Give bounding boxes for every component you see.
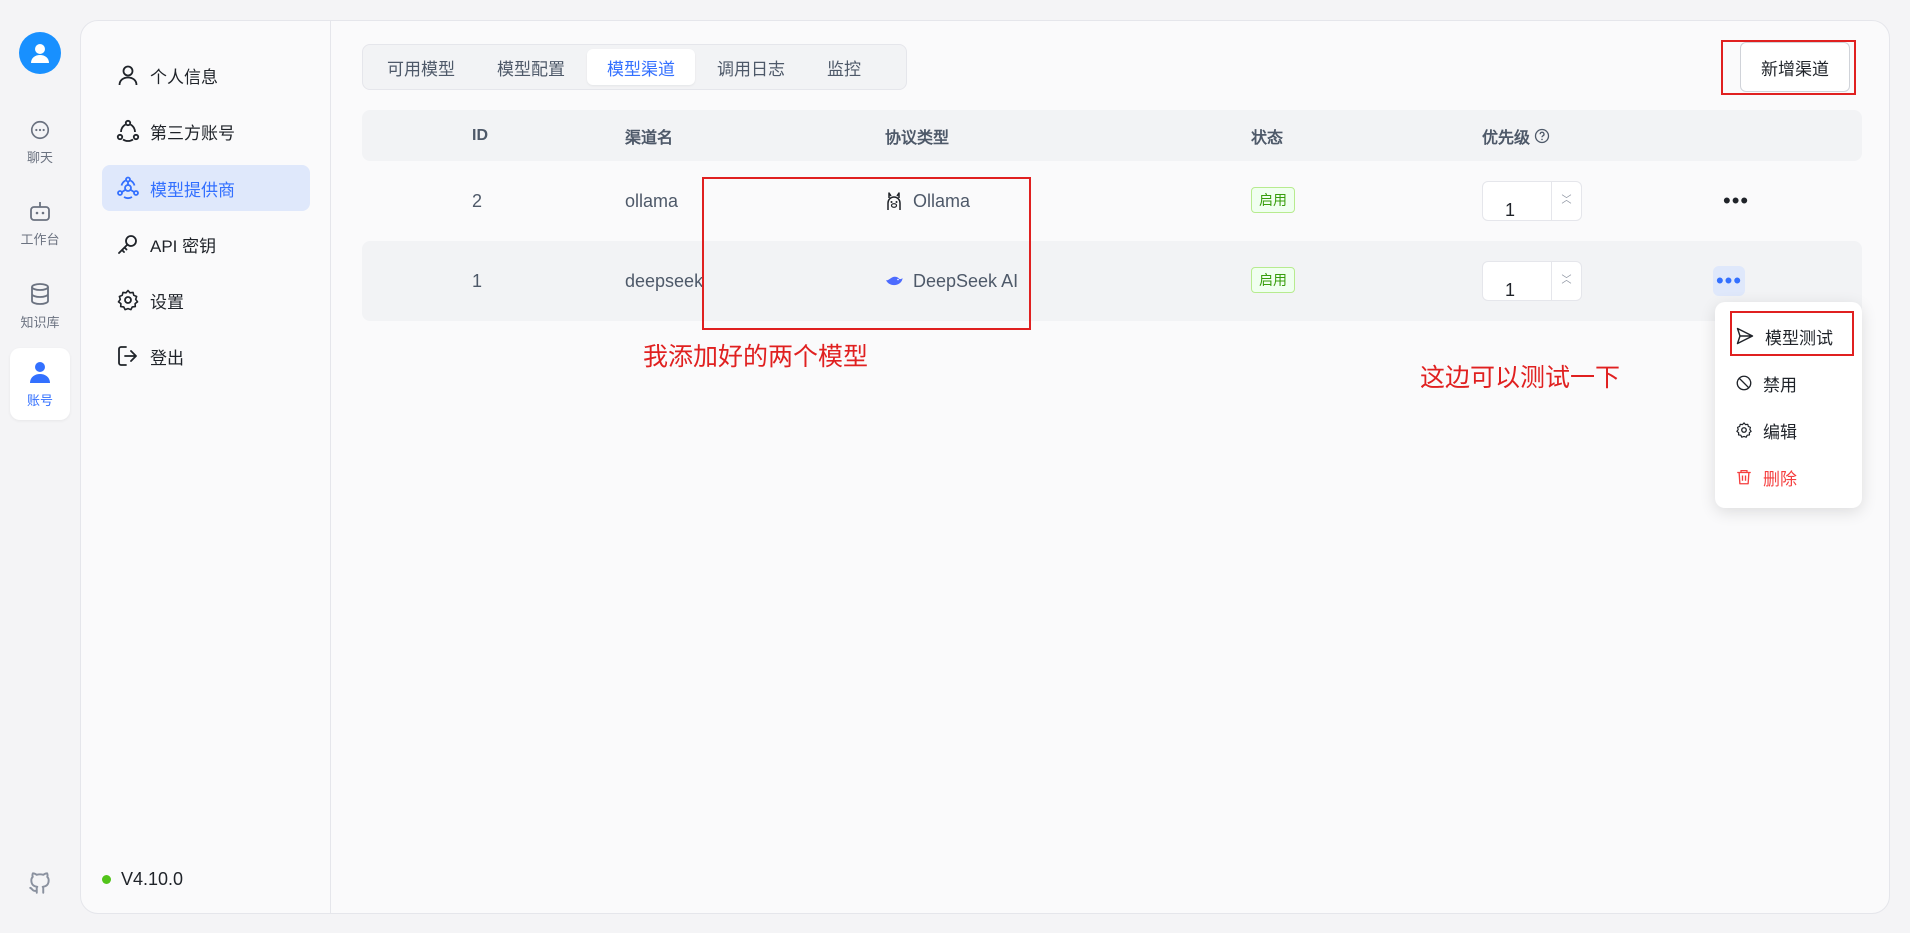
decrement-icon[interactable]: ﹀ (1562, 262, 1572, 300)
priority-stepper[interactable]: 1 ︿ ﹀ (1482, 261, 1582, 301)
annotation-note-test: 这边可以测试一下 (1420, 363, 1621, 392)
sidebar-item-label: 第三方账号 (150, 123, 235, 143)
tab-model-config[interactable]: 模型配置 (477, 49, 585, 85)
sidebar-item-label: 个人信息 (150, 67, 218, 87)
column-header-priority-label: 优先级 (1482, 129, 1531, 147)
cell-id: 1 (472, 270, 483, 291)
cell-id: 2 (472, 190, 483, 211)
table-row: 1 deepseek DeepSeek AI 启用 1 ︿ ﹀ ••• (362, 241, 1862, 321)
rail-item-label: 工作台 (20, 231, 60, 247)
column-header-protocol: 协议类型 (885, 129, 950, 147)
sidebar-item-label: 登出 (150, 348, 184, 368)
annotation-box-models (702, 177, 1031, 330)
key-icon (118, 235, 137, 254)
column-header-status: 状态 (1251, 129, 1284, 147)
tab-call-logs[interactable]: 调用日志 (697, 49, 805, 85)
column-header-id: ID (472, 126, 488, 144)
rail-item-knowledge[interactable]: 知识库 (10, 270, 70, 342)
gear-icon (117, 289, 139, 311)
sidebar-item-settings[interactable]: 设置 (102, 277, 310, 323)
cell-name: ollama (625, 190, 679, 211)
rail-item-account[interactable]: 账号 (10, 348, 70, 420)
column-header-priority: 优先级 (1482, 110, 1550, 161)
trash-icon (1737, 469, 1751, 485)
tab-model-channels[interactable]: 模型渠道 (587, 49, 695, 85)
priority-stepper[interactable]: 1 ︿ ﹀ (1482, 181, 1582, 221)
settings-sidebar: 个人信息 第三方账号 模型提供商 API 密钥 设置 登出 V4.10.0 (81, 21, 331, 913)
status-badge: 启用 (1251, 267, 1295, 293)
github-icon (29, 872, 50, 894)
user-icon (30, 361, 50, 383)
status-badge: 启用 (1251, 187, 1295, 213)
user-icon (118, 65, 138, 86)
main-card: 个人信息 第三方账号 模型提供商 API 密钥 设置 登出 V4.10.0 可用… (80, 20, 1890, 914)
row-actions-button[interactable]: ••• (1723, 161, 1749, 241)
sidebar-item-profile[interactable]: 个人信息 (102, 52, 310, 98)
icon-rail: 聊天 工作台 知识库 账号 (0, 0, 80, 933)
github-link[interactable] (27, 870, 53, 901)
menu-item-label: 删除 (1763, 469, 1797, 489)
annotation-box-model-test (1730, 311, 1854, 356)
menu-item-label: 禁用 (1763, 375, 1797, 395)
avatar[interactable] (19, 32, 61, 74)
network-icon (116, 119, 140, 142)
robot-icon (30, 201, 50, 221)
row-actions-button[interactable]: ••• (1713, 266, 1745, 296)
menu-item-disable[interactable]: 禁用 (1735, 368, 1797, 398)
chat-icon (30, 120, 50, 139)
cell-name: deepseek (625, 270, 704, 291)
menu-item-label: 编辑 (1763, 422, 1797, 442)
rail-item-label: 知识库 (20, 314, 60, 330)
priority-value: 1 (1505, 279, 1516, 300)
sidebar-item-logout[interactable]: 登出 (102, 333, 310, 379)
sidebar-item-label: 设置 (150, 292, 184, 312)
version-indicator: V4.10.0 (102, 869, 183, 890)
table-header: ID 渠道名 协议类型 状态 优先级 (362, 110, 1862, 161)
user-icon (31, 44, 49, 63)
priority-value: 1 (1505, 199, 1516, 220)
sidebar-item-api-key[interactable]: API 密钥 (102, 221, 310, 267)
decrement-icon[interactable]: ﹀ (1562, 182, 1572, 220)
version-label: V4.10.0 (121, 869, 184, 889)
tab-monitoring[interactable]: 监控 (807, 49, 881, 85)
stepper-arrows[interactable]: ︿ ﹀ (1551, 182, 1581, 220)
database-icon (31, 282, 49, 305)
rail-item-label: 账号 (26, 392, 53, 408)
ban-icon (1736, 375, 1752, 391)
sidebar-item-label: 模型提供商 (150, 180, 235, 200)
column-header-name: 渠道名 (625, 129, 674, 147)
sidebar-item-third-party[interactable]: 第三方账号 (102, 108, 310, 154)
menu-item-delete[interactable]: 删除 (1735, 462, 1797, 492)
rail-item-label: 聊天 (26, 149, 53, 165)
menu-item-edit[interactable]: 编辑 (1735, 415, 1797, 445)
provider-icon (117, 176, 139, 199)
annotation-note-models: 我添加好的两个模型 (643, 342, 869, 371)
status-dot (102, 875, 111, 884)
rail-item-chat[interactable]: 聊天 (10, 106, 70, 178)
rail-item-workbench[interactable]: 工作台 (10, 188, 70, 260)
table-row: 2 ollama Ollama 启用 1 ︿ ﹀ ••• (362, 161, 1862, 241)
annotation-box-add-button (1721, 40, 1856, 95)
sidebar-item-label: API 密钥 (150, 236, 217, 256)
stepper-arrows[interactable]: ︿ ﹀ (1551, 262, 1581, 300)
tab-bar: 可用模型 模型配置 模型渠道 调用日志 监控 (362, 44, 907, 90)
sidebar-item-model-provider[interactable]: 模型提供商 (102, 165, 310, 211)
gear-icon (1736, 422, 1752, 438)
logout-icon (118, 346, 137, 366)
tab-available-models[interactable]: 可用模型 (367, 49, 475, 85)
help-icon[interactable] (1534, 128, 1550, 144)
